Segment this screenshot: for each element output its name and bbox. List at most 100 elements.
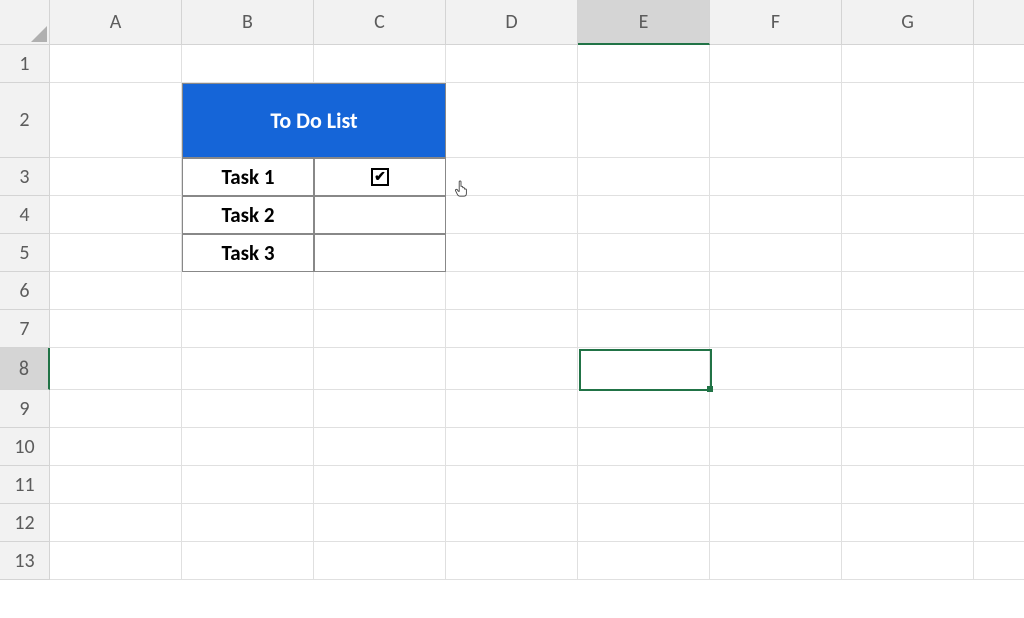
col-header-C[interactable]: C	[314, 0, 446, 45]
cell-B7[interactable]	[182, 310, 314, 348]
cell-E8[interactable]	[578, 348, 710, 390]
cell-D8[interactable]	[446, 348, 578, 390]
cell-B1[interactable]	[182, 45, 314, 83]
cell-D11[interactable]	[446, 466, 578, 504]
todo-list-title[interactable]: To Do List	[182, 83, 446, 158]
cell-C10[interactable]	[314, 428, 446, 466]
cell-F6[interactable]	[710, 272, 842, 310]
col-header-A[interactable]: A	[50, 0, 182, 45]
cell-D1[interactable]	[446, 45, 578, 83]
cell-H11[interactable]	[974, 466, 1024, 504]
cell-D13[interactable]	[446, 542, 578, 580]
cell-A11[interactable]	[50, 466, 182, 504]
cell-G10[interactable]	[842, 428, 974, 466]
cell-H2[interactable]	[974, 83, 1024, 158]
cell-A8[interactable]	[50, 348, 182, 390]
cell-F1[interactable]	[710, 45, 842, 83]
cell-A1[interactable]	[50, 45, 182, 83]
cell-E2[interactable]	[578, 83, 710, 158]
cell-D9[interactable]	[446, 390, 578, 428]
cell-E4[interactable]	[578, 196, 710, 234]
row-header-2[interactable]: 2	[0, 83, 50, 158]
cell-D7[interactable]	[446, 310, 578, 348]
cell-G13[interactable]	[842, 542, 974, 580]
cell-H7[interactable]	[974, 310, 1024, 348]
row-header-6[interactable]: 6	[0, 272, 50, 310]
cell-H13[interactable]	[974, 542, 1024, 580]
cell-H3[interactable]	[974, 158, 1024, 196]
cell-E7[interactable]	[578, 310, 710, 348]
cell-F13[interactable]	[710, 542, 842, 580]
cell-B10[interactable]	[182, 428, 314, 466]
select-all-corner[interactable]	[0, 0, 50, 45]
cell-E3[interactable]	[578, 158, 710, 196]
cell-B8[interactable]	[182, 348, 314, 390]
cell-F7[interactable]	[710, 310, 842, 348]
cell-H4[interactable]	[974, 196, 1024, 234]
task-1-checkbox[interactable]: ✔	[371, 168, 389, 186]
cell-E10[interactable]	[578, 428, 710, 466]
row-header-5[interactable]: 5	[0, 234, 50, 272]
cell-F11[interactable]	[710, 466, 842, 504]
cell-F3[interactable]	[710, 158, 842, 196]
col-header-D[interactable]: D	[446, 0, 578, 45]
cell-C8[interactable]	[314, 348, 446, 390]
cell-C12[interactable]	[314, 504, 446, 542]
row-header-10[interactable]: 10	[0, 428, 50, 466]
cell-F4[interactable]	[710, 196, 842, 234]
cell-D10[interactable]	[446, 428, 578, 466]
cell-A4[interactable]	[50, 196, 182, 234]
cell-H8[interactable]	[974, 348, 1024, 390]
cell-G3[interactable]	[842, 158, 974, 196]
cell-G11[interactable]	[842, 466, 974, 504]
cell-E12[interactable]	[578, 504, 710, 542]
cell-D12[interactable]	[446, 504, 578, 542]
col-header-E[interactable]: E	[578, 0, 710, 45]
col-header-H[interactable]	[974, 0, 1024, 45]
row-header-11[interactable]: 11	[0, 466, 50, 504]
cell-H9[interactable]	[974, 390, 1024, 428]
cell-E6[interactable]	[578, 272, 710, 310]
col-header-G[interactable]: G	[842, 0, 974, 45]
task-3-checkbox-cell[interactable]	[314, 234, 446, 272]
cell-F10[interactable]	[710, 428, 842, 466]
task-1-label[interactable]: Task 1	[182, 158, 314, 196]
cell-E5[interactable]	[578, 234, 710, 272]
cell-B9[interactable]	[182, 390, 314, 428]
row-header-8[interactable]: 8	[0, 348, 50, 390]
cell-C1[interactable]	[314, 45, 446, 83]
cell-F9[interactable]	[710, 390, 842, 428]
row-header-12[interactable]: 12	[0, 504, 50, 542]
row-header-7[interactable]: 7	[0, 310, 50, 348]
col-header-B[interactable]: B	[182, 0, 314, 45]
cell-H1[interactable]	[974, 45, 1024, 83]
cell-D6[interactable]	[446, 272, 578, 310]
cell-B6[interactable]	[182, 272, 314, 310]
cell-D5[interactable]	[446, 234, 578, 272]
cell-D4[interactable]	[446, 196, 578, 234]
cell-G6[interactable]	[842, 272, 974, 310]
cell-A9[interactable]	[50, 390, 182, 428]
row-header-3[interactable]: 3	[0, 158, 50, 196]
cell-F2[interactable]	[710, 83, 842, 158]
cell-A7[interactable]	[50, 310, 182, 348]
cell-G4[interactable]	[842, 196, 974, 234]
cell-G2[interactable]	[842, 83, 974, 158]
task-2-label[interactable]: Task 2	[182, 196, 314, 234]
row-header-13[interactable]: 13	[0, 542, 50, 580]
cell-B12[interactable]	[182, 504, 314, 542]
cell-A2[interactable]	[50, 83, 182, 158]
cell-A6[interactable]	[50, 272, 182, 310]
cell-G1[interactable]	[842, 45, 974, 83]
row-header-1[interactable]: 1	[0, 45, 50, 83]
col-header-F[interactable]: F	[710, 0, 842, 45]
cell-E11[interactable]	[578, 466, 710, 504]
cell-H12[interactable]	[974, 504, 1024, 542]
task-2-checkbox-cell[interactable]	[314, 196, 446, 234]
cell-E1[interactable]	[578, 45, 710, 83]
cell-E9[interactable]	[578, 390, 710, 428]
task-1-checkbox-cell[interactable]: ✔	[314, 158, 446, 196]
task-3-label[interactable]: Task 3	[182, 234, 314, 272]
cell-G7[interactable]	[842, 310, 974, 348]
cell-A3[interactable]	[50, 158, 182, 196]
